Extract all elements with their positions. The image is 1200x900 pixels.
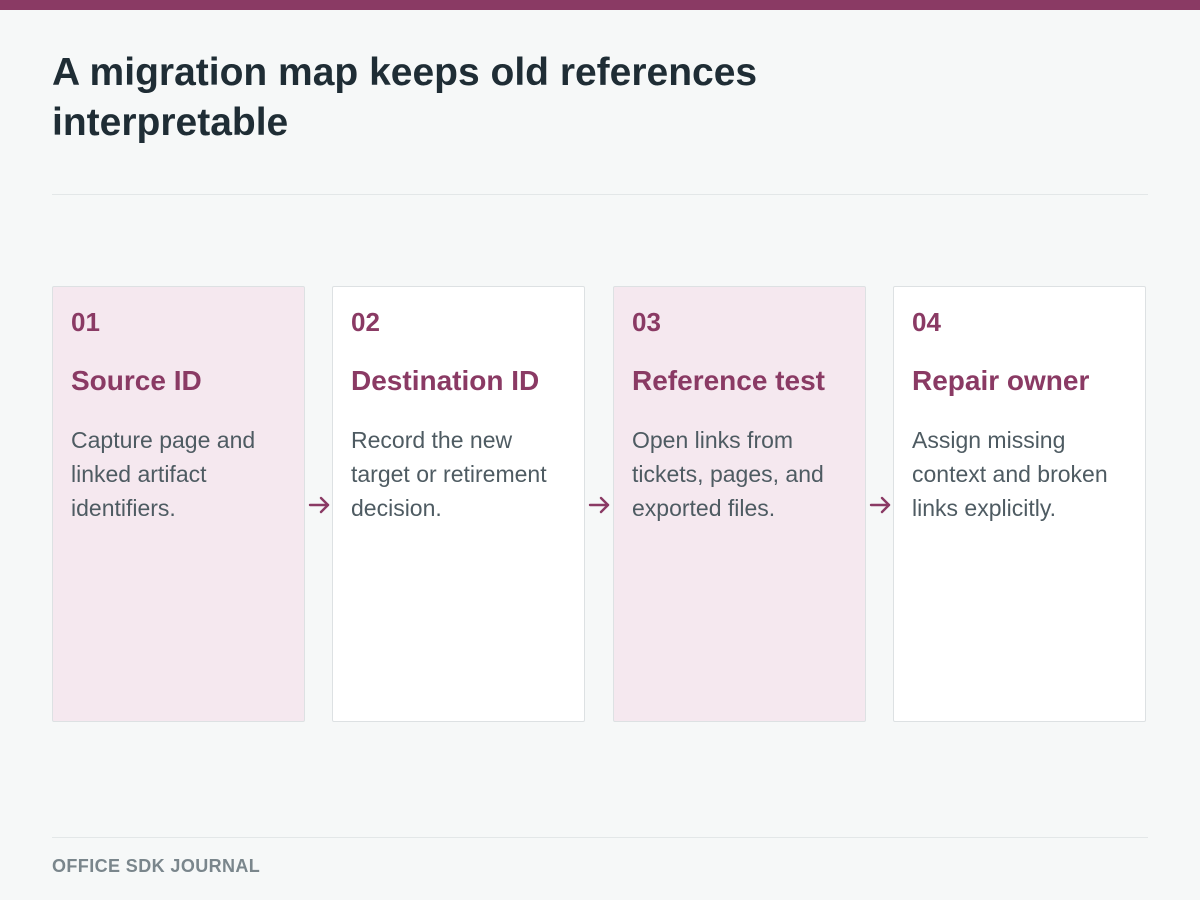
step-card-destination-id: 02 Destination ID Record the new target … [332, 286, 585, 722]
step-description: Capture page and linked artifact identif… [71, 427, 256, 521]
step-card-source-id: 01 Source ID Capture page and linked art… [52, 286, 305, 722]
step-title: Repair owner [912, 365, 1090, 396]
step-title: Source ID [71, 365, 202, 396]
step-card-repair-owner: 04 Repair owner Assign missing context a… [893, 286, 1146, 722]
step-number: 02 [351, 307, 380, 337]
arrow-right-icon [869, 496, 891, 514]
step-description: Record the new target or retirement deci… [351, 427, 547, 521]
step-description: Assign missing context and broken links … [912, 427, 1108, 521]
step-number: 04 [912, 307, 941, 337]
arrow-right-icon [308, 496, 330, 514]
migration-flow: 01 Source ID Capture page and linked art… [52, 286, 1148, 724]
footer-divider [52, 837, 1148, 838]
step-number: 01 [71, 307, 100, 337]
step-card-reference-test: 03 Reference test Open links from ticket… [613, 286, 866, 722]
step-title: Destination ID [351, 365, 540, 396]
arrow-right-icon [588, 496, 610, 514]
header-divider [52, 194, 1148, 195]
step-number: 03 [632, 307, 661, 337]
step-description: Open links from tickets, pages, and expo… [632, 427, 824, 521]
footer-brand-label: OFFICE SDK JOURNAL [52, 856, 261, 876]
step-title: Reference test [632, 365, 825, 396]
top-accent-bar [0, 0, 1200, 10]
page-title: A migration map keeps old references int… [52, 51, 758, 144]
